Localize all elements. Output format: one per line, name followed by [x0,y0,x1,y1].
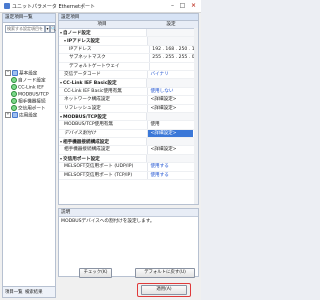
check-button[interactable]: チェック(K) [79,268,112,278]
description-panel: 説明 MODBUSデバイスへの割付けを設定します。 [58,208,199,277]
table-row[interactable]: CC-Link IEF Basic使用有無 使用しない [59,87,198,97]
description-text: MODBUSデバイスへの割付けを設定します。 [61,219,155,224]
table-row[interactable]: ▾CC-Link IEF Basic設定 [59,79,198,88]
folder-icon [12,70,18,76]
subnet-mask-field[interactable]: 255 . 255 . 255 . 0 [149,54,198,62]
grid-header: 項目 設定 [59,21,198,29]
table-row[interactable]: 交信データコード バイナリ [59,70,198,80]
tree-node-device-connection[interactable]: 相手機器接続 [4,98,56,105]
cc-link-usage-select[interactable]: 使用しない [147,87,198,96]
device-assignment-detail[interactable]: <詳細設定>▾ [147,129,198,138]
close-icon[interactable]: × [189,1,198,10]
settings-detail-pane: 設定項目 項目 設定 ▾自ノード設定 ▾IPアドレス設定 IPアドレス 192 … [58,13,199,298]
settings-item-icon [11,77,17,83]
table-row[interactable]: ネットワーク構成設定 <詳細設定> [59,96,198,105]
table-row[interactable]: サブネットマスク 255 . 255 . 255 . 0 [59,54,198,63]
table-row[interactable]: MODBUS/TCP使用有無 使用 [59,121,198,130]
collapse-icon[interactable]: ▾ [60,138,62,145]
detail-pane-header: 設定項目 [58,13,199,21]
description-header: 説明 [59,209,198,217]
collapse-icon[interactable]: − [5,70,11,76]
tree-node-cc-link-ief[interactable]: CC-Link IEF [4,84,56,91]
settings-item-icon [11,91,17,97]
window-title: ユニットパラメータ Ethernetポート [12,4,95,10]
tree-node-advanced-settings[interactable]: + 応用設定 [4,112,56,119]
table-row[interactable]: MELSOFT交信用ポート (UDP/IP) 使用する [59,163,198,172]
minimize-icon[interactable]: – [168,1,177,10]
settings-item-icon [11,84,17,90]
tree-bottom-tabs: 項目一覧 検索結果 [3,286,55,297]
melsoft-udp-select[interactable]: 使用する [147,163,198,171]
table-row-selected[interactable]: デバイス割付け <詳細設定>▾ [59,129,198,139]
app-icon [4,3,10,9]
collapse-icon[interactable]: ▾ [60,79,62,86]
table-row[interactable]: デフォルトゲートウェイ [59,62,198,71]
ip-address-field[interactable]: 192 . 168 . 250 . 10 [149,45,198,54]
search-icon[interactable]: 🔍 [50,25,56,33]
restore-default-button[interactable]: デフォルトに戻す(U) [135,268,195,278]
tree-pane-header: 設定項目一覧 [3,14,55,23]
table-row[interactable]: ▾交信用ポート設定 [59,154,198,164]
table-row[interactable]: ▾自ノード設定 [59,29,198,38]
table-row[interactable]: ▾IPアドレス設定 [59,37,198,46]
network-config-detail[interactable]: <詳細設定> [147,96,198,104]
refresh-setting-detail[interactable]: <詳細設定> [147,104,198,112]
folder-icon [12,112,18,118]
expand-icon[interactable]: + [5,112,11,118]
maximize-icon[interactable]: □ [178,1,187,10]
table-row[interactable]: MELSOFT交信用ポート (TCP/IP) 使用する [59,171,198,181]
settings-tree-pane: 設定項目一覧 検索する設定項目を ▾ 🔍 − 基本設定 自ノード設定 CC-Lin… [2,13,56,298]
settings-tree: − 基本設定 自ノード設定 CC-Link IEF MODBUS/TCP 相手機器… [4,70,56,119]
item-search-input[interactable]: 検索する設定項目を [5,25,45,33]
table-row[interactable]: ▾MODBUS/TCP設定 [59,112,198,122]
tab-item-list[interactable]: 項目一覧 [5,289,23,295]
tree-node-modbus-tcp[interactable]: MODBUS/TCP [4,91,56,98]
column-header-setting: 設定 [166,22,176,27]
collapse-icon[interactable]: ▾ [60,155,62,162]
collapse-icon[interactable]: ▾ [60,113,62,120]
tab-search-results[interactable]: 検索結果 [25,289,43,295]
data-code-select[interactable]: バイナリ [147,70,198,79]
default-gateway-field[interactable] [149,62,198,70]
table-row[interactable]: 相手機器接続構成設定 <詳細設定> [59,146,198,155]
table-row[interactable]: IPアドレス 192 . 168 . 250 . 10 [59,45,198,55]
table-row[interactable]: リフレッシュ設定 <詳細設定> [59,104,198,113]
tree-node-comm-port[interactable]: 交信用ポート [4,105,56,112]
unit-parameter-window: ユニットパラメータ Ethernetポート – □ × 設定項目一覧 検索する設… [0,0,201,300]
column-header-item: 項目 [97,22,107,27]
settings-item-icon [11,105,17,111]
tree-node-basic-settings[interactable]: − 基本設定 [4,70,56,77]
grid-scrollbar[interactable] [194,28,198,204]
settings-item-icon [11,98,17,104]
apply-highlight-box [137,283,191,297]
settings-grid: 項目 設定 ▾自ノード設定 ▾IPアドレス設定 IPアドレス 192 . 168… [58,21,199,205]
collapse-icon[interactable]: ▾ [64,37,66,44]
title-bar: ユニットパラメータ Ethernetポート – □ × [0,0,201,13]
collapse-icon[interactable]: ▾ [60,29,62,36]
tree-node-own-node[interactable]: 自ノード設定 [4,77,56,84]
melsoft-tcp-select[interactable]: 使用する [147,171,198,180]
device-connection-detail[interactable]: <詳細設定> [147,146,198,154]
table-row[interactable]: ▾相手機器接続構成設定 [59,138,198,147]
modbus-usage-select[interactable]: 使用 [147,121,198,129]
